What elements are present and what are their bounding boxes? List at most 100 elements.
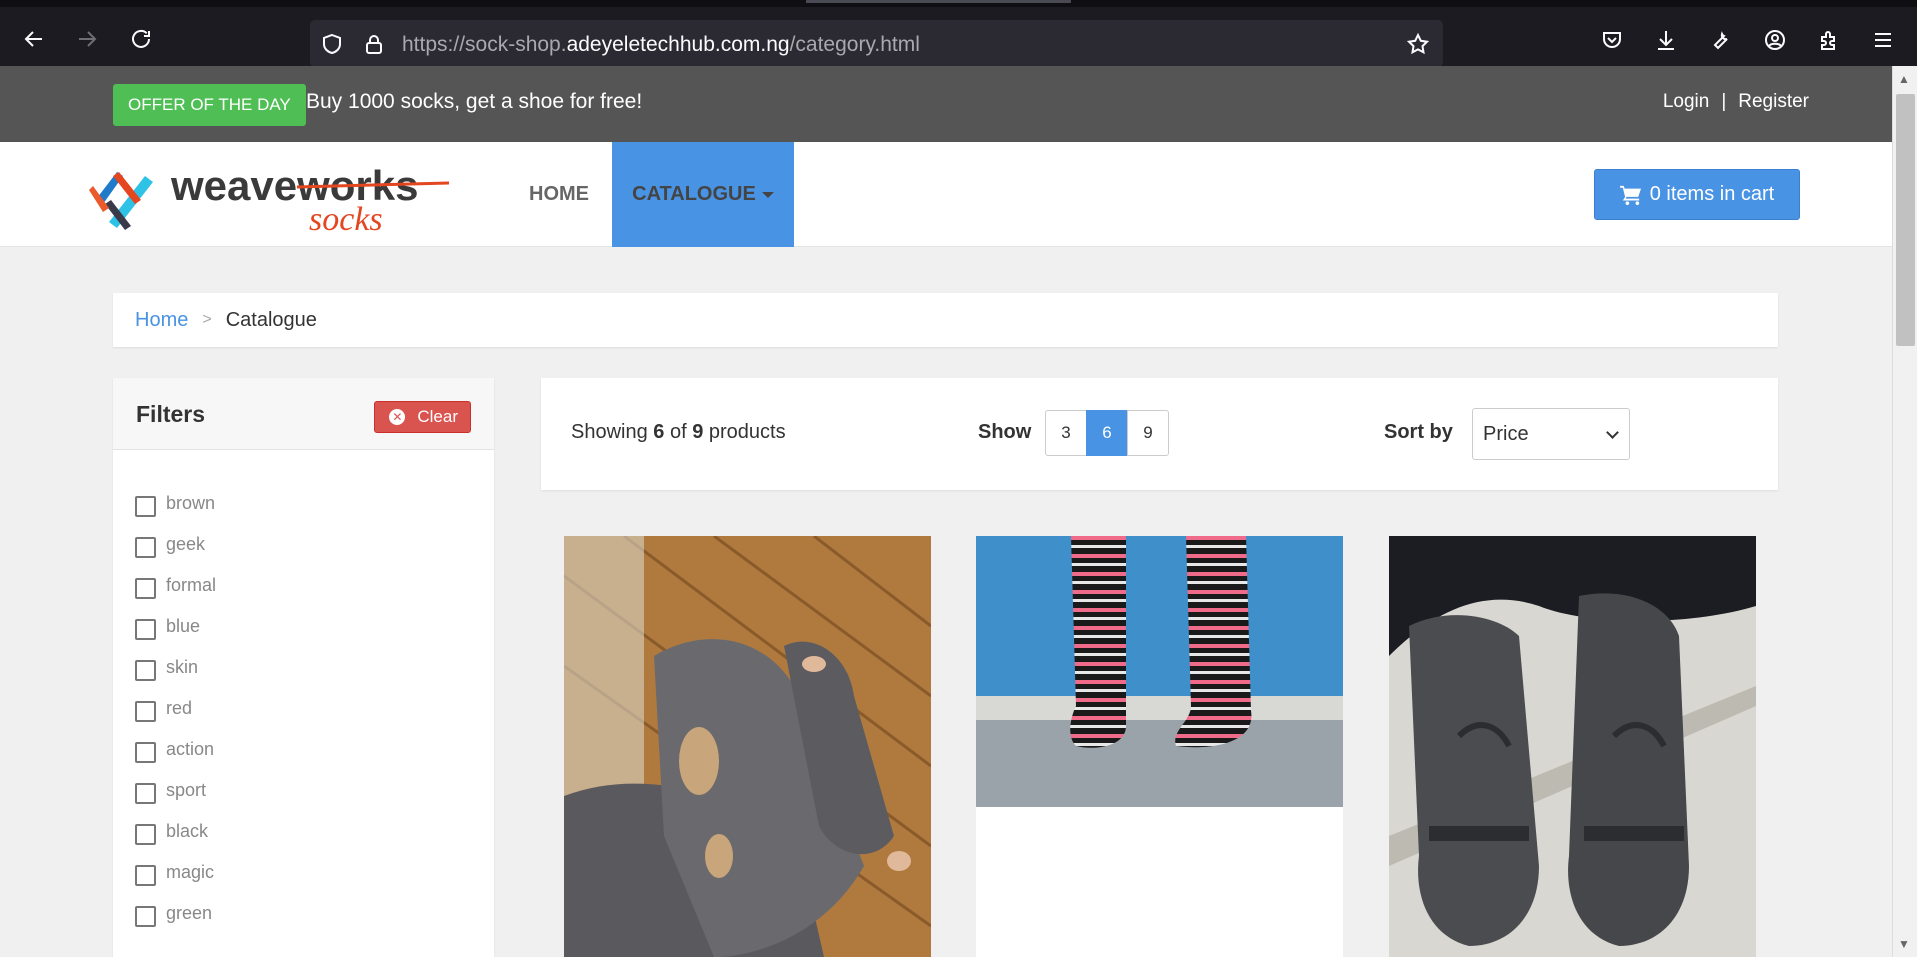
sort-select[interactable]: Price: [1472, 408, 1630, 460]
offer-text: Buy 1000 socks, get a shoe for free!: [306, 90, 643, 113]
breadcrumb-home[interactable]: Home: [135, 309, 188, 332]
filter-checkbox[interactable]: [135, 701, 156, 722]
product-card[interactable]: [564, 536, 931, 957]
showing-suffix: products: [703, 421, 786, 443]
register-link[interactable]: Register: [1738, 91, 1809, 112]
filter-label: geek: [166, 534, 206, 554]
url-bar[interactable]: https://sock-shop.adeyeletechhub.com.ng/…: [310, 20, 1443, 67]
account-icon[interactable]: [1762, 27, 1788, 53]
filter-item-black[interactable]: black: [135, 821, 209, 845]
caret-down-icon: [761, 191, 774, 198]
reload-icon: [132, 29, 150, 48]
filter-label: sport: [166, 780, 207, 800]
extensions-icon[interactable]: [1816, 27, 1842, 53]
filter-checkbox[interactable]: [135, 537, 156, 558]
product-card[interactable]: [1389, 536, 1756, 957]
filter-checkbox[interactable]: [135, 742, 156, 763]
filter-item-brown[interactable]: brown: [135, 493, 216, 517]
breadcrumb-current: Catalogue: [225, 308, 317, 331]
back-button[interactable]: [16, 21, 52, 57]
showing-number: 6: [653, 421, 665, 443]
nav-catalogue-label: CATALOGUE: [632, 183, 756, 205]
page-scrollbar[interactable]: ▲ ▼: [1892, 66, 1917, 957]
filter-label: skin: [166, 657, 199, 677]
close-circle-icon: ✕: [389, 409, 406, 425]
nav-home[interactable]: HOME: [529, 142, 589, 247]
pocket-icon[interactable]: [1599, 27, 1625, 53]
product-image-holey-socks[interactable]: [564, 536, 931, 957]
download-icon[interactable]: [1653, 27, 1679, 53]
page-size-9[interactable]: 9: [1127, 410, 1169, 456]
breadcrumb: Home > Catalogue: [113, 293, 1778, 347]
filter-item-magic[interactable]: magic: [135, 862, 215, 886]
main-navbar: weaveworks socks HOME CATALOGUE 0 items …: [0, 142, 1892, 247]
filter-item-sport[interactable]: sport: [135, 780, 207, 804]
filter-checkbox[interactable]: [135, 660, 156, 681]
filter-item-green[interactable]: green: [135, 903, 213, 927]
clear-label: Clear: [417, 407, 458, 426]
scroll-down-icon[interactable]: ▼: [1898, 937, 1910, 951]
filter-label: red: [166, 698, 193, 718]
page-size-group: 3 6 9: [1045, 410, 1169, 456]
filter-item-formal[interactable]: formal: [135, 575, 217, 599]
offer-badge[interactable]: OFFER OF THE DAY: [113, 84, 306, 126]
filter-label: black: [166, 821, 209, 841]
filters-header: Filters ✕ Clear: [113, 378, 494, 450]
wrench-icon[interactable]: [1707, 27, 1733, 53]
filter-checkbox[interactable]: [135, 906, 156, 927]
showing-prefix: Showing: [571, 421, 654, 443]
filter-checkbox[interactable]: [135, 824, 156, 845]
filter-checkbox[interactable]: [135, 496, 156, 517]
filter-label: brown: [166, 493, 216, 513]
nav-catalogue[interactable]: CATALOGUE: [612, 142, 794, 247]
filter-checkbox[interactable]: [135, 619, 156, 640]
page-size-3[interactable]: 3: [1045, 410, 1087, 456]
scroll-up-icon[interactable]: ▲: [1898, 72, 1910, 86]
product-card[interactable]: [976, 536, 1343, 957]
filter-item-blue[interactable]: blue: [135, 616, 200, 640]
filter-item-red[interactable]: red: [135, 698, 193, 722]
filter-checkbox[interactable]: [135, 578, 156, 599]
product-image-striped-socks[interactable]: [976, 536, 1343, 957]
filter-item-action[interactable]: action: [135, 739, 215, 763]
lock-icon[interactable]: [362, 32, 386, 56]
page-size-6[interactable]: 6: [1086, 410, 1128, 456]
filters-panel: Filters ✕ Clear brown geek formal blue s…: [113, 378, 494, 957]
clear-filters-button[interactable]: ✕ Clear: [374, 401, 471, 433]
chevron-down-icon: [1606, 426, 1619, 439]
url-host: adeyeletechhub.com.ng: [566, 33, 790, 56]
shield-icon[interactable]: [320, 32, 344, 56]
arrow-right-icon: [79, 31, 97, 47]
filter-checkbox[interactable]: [135, 783, 156, 804]
cart-button[interactable]: 0 items in cart: [1594, 169, 1800, 220]
logo-mark-icon: [89, 172, 153, 230]
tab-indicator: [806, 0, 1071, 3]
browser-toolbar: https://sock-shop.adeyeletechhub.com.ng/…: [0, 0, 1917, 67]
filter-label: green: [166, 903, 213, 923]
url-text[interactable]: https://sock-shop.adeyeletechhub.com.ng/…: [402, 33, 920, 57]
filter-item-geek[interactable]: geek: [135, 534, 206, 558]
products-toolbar: Showing 6 of 9 products Show 3 6 9 Sort …: [541, 378, 1778, 490]
showing-total: 9: [692, 421, 704, 443]
forward-button[interactable]: [69, 21, 105, 57]
scrollbar-thumb[interactable]: [1896, 94, 1915, 346]
logo-text-sub: socks: [309, 201, 383, 236]
weaveworks-socks-logo[interactable]: weaveworks socks: [89, 156, 450, 238]
filter-checkbox[interactable]: [135, 865, 156, 886]
menu-icon[interactable]: [1870, 27, 1896, 53]
bookmark-star-icon[interactable]: [1406, 32, 1430, 56]
url-prefix: https://sock-shop.: [402, 33, 567, 56]
auth-links: Login | Register: [1663, 91, 1809, 113]
sort-value: Price: [1483, 422, 1529, 445]
sort-label: Sort by: [1384, 421, 1453, 443]
filter-label: formal: [166, 575, 217, 595]
url-path: /category.html: [789, 33, 920, 56]
filter-label: magic: [166, 862, 215, 882]
reload-button[interactable]: [123, 21, 159, 57]
showing-mid: of: [664, 421, 693, 443]
filter-label: action: [166, 739, 215, 759]
product-image-puma-socks[interactable]: [1389, 536, 1756, 957]
cart-label: 0 items in cart: [1649, 183, 1775, 205]
filter-item-skin[interactable]: skin: [135, 657, 199, 681]
login-link[interactable]: Login: [1663, 91, 1710, 112]
